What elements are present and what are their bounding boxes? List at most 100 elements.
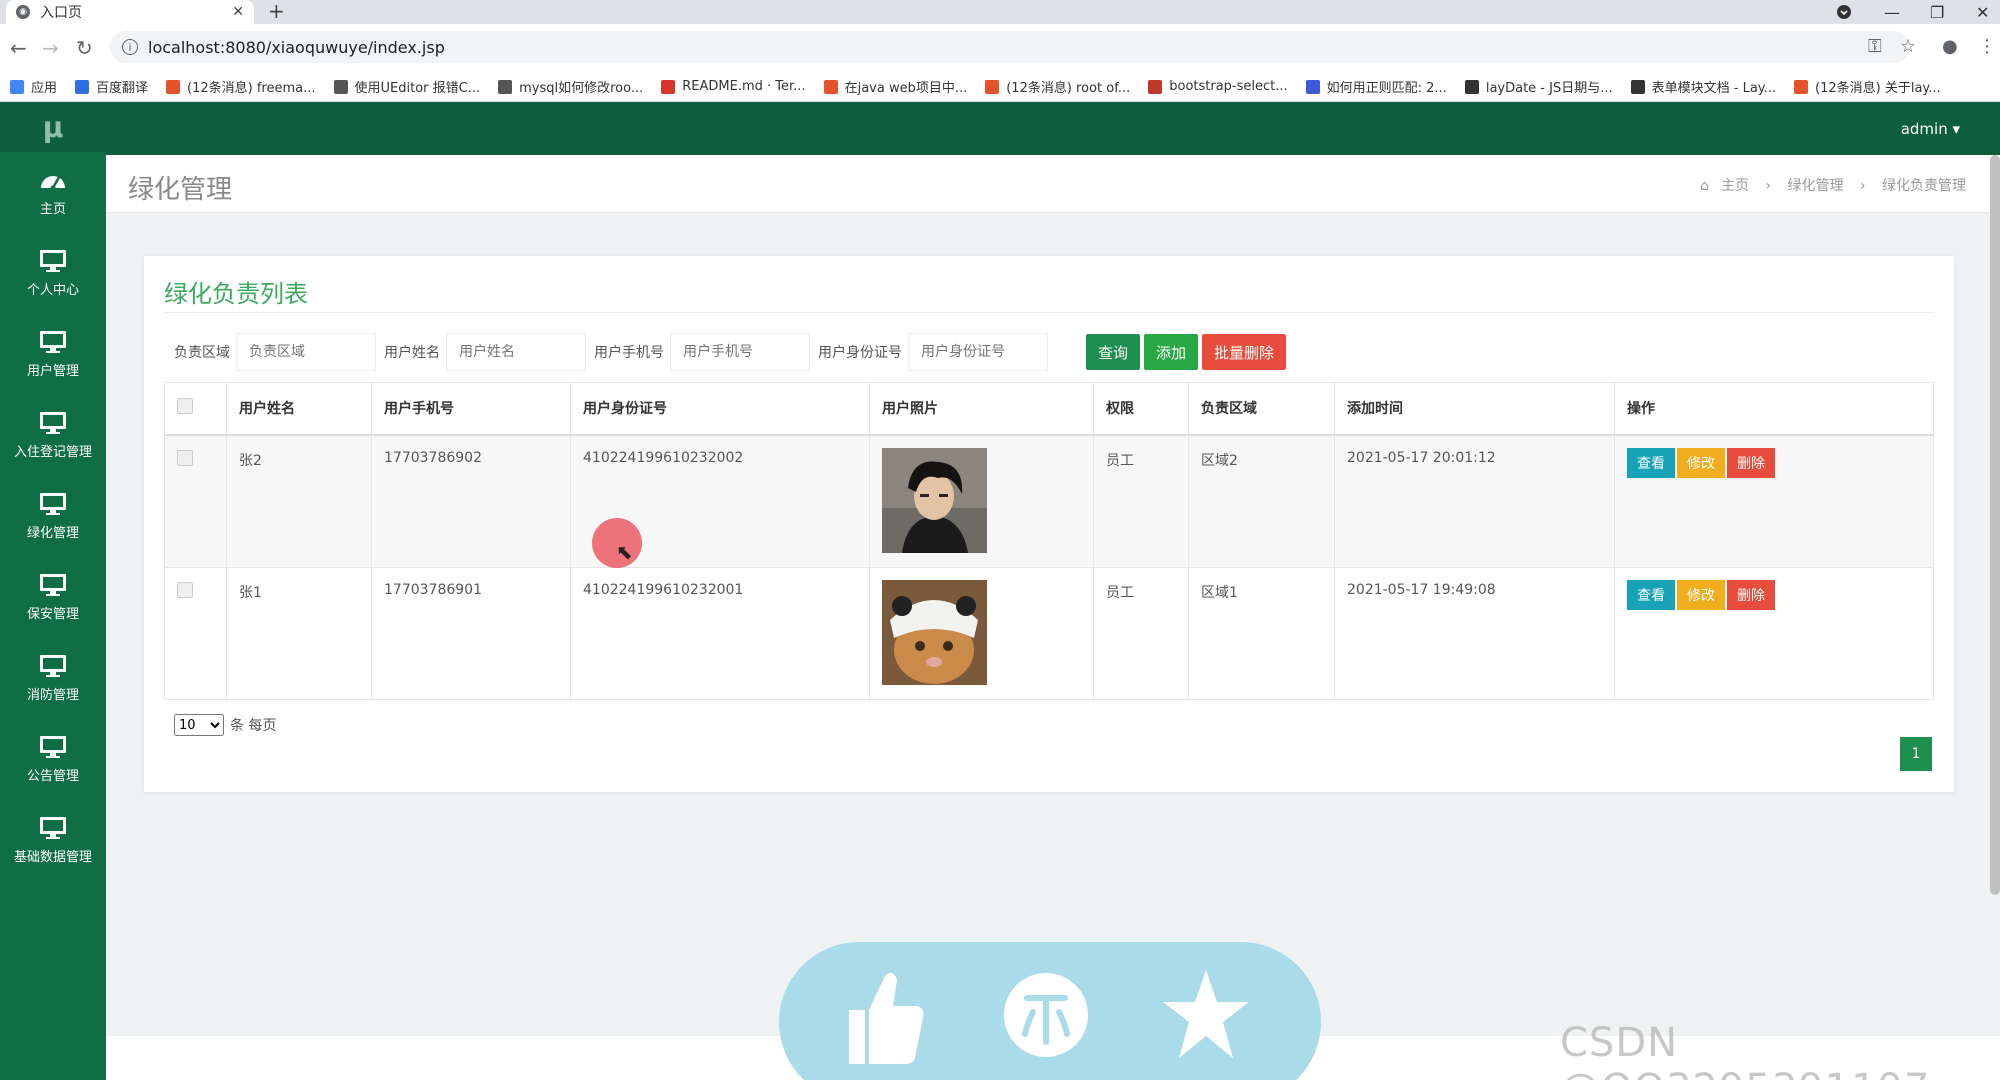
bookmark-item[interactable]: README.md · Ter... [661, 79, 806, 94]
query-button[interactable]: 查询 [1086, 334, 1141, 370]
bookmark-favicon-icon [1464, 79, 1479, 94]
sidebar-item-label: 用户管理 [26, 364, 79, 379]
add-button[interactable]: 添加 [1144, 334, 1199, 370]
cell-time: 2021-05-17 19:49:08 [1334, 566, 1615, 700]
page-size-suffix: 条 每页 [230, 718, 277, 734]
area-label: 负责区域 [174, 345, 230, 361]
breadcrumb-section[interactable]: 绿化管理 [1787, 178, 1843, 194]
bookmark-item[interactable]: (12条消息) 关于lay... [1794, 77, 1941, 96]
account-icon[interactable]: ● [1942, 36, 1958, 57]
page-size-select[interactable]: 10 [174, 714, 224, 736]
favorite-star-icon[interactable] [1163, 962, 1249, 1068]
bookmark-item[interactable]: 在java web项目中... [823, 77, 967, 96]
cell-photo [869, 434, 1094, 568]
sidebar-item[interactable]: 个人中心 [0, 233, 106, 314]
area-input[interactable] [236, 333, 376, 371]
bookmark-item[interactable]: 表单模块文档 - Lay... [1630, 77, 1776, 96]
bookmark-item[interactable]: 百度翻译 [75, 77, 148, 96]
user-menu[interactable]: admin ▾ [1901, 120, 1960, 138]
close-icon[interactable]: ✕ [232, 4, 244, 20]
phone-label: 用户手机号 [594, 345, 664, 361]
col-role[interactable]: 权限 [1093, 382, 1189, 436]
bookmark-favicon-icon [1148, 79, 1163, 94]
bookmark-item[interactable]: mysql如何修改roo... [498, 77, 643, 96]
select-all-checkbox[interactable] [177, 398, 193, 415]
sidebar-item[interactable]: 保安管理 [0, 557, 106, 638]
cell-phone: 17703786902 [371, 434, 571, 568]
globe-icon: ◉ [16, 5, 30, 19]
reload-icon[interactable]: ↻ [76, 36, 93, 60]
bookmark-label: mysql如何修改roo... [519, 81, 644, 96]
bookmark-label: layDate - JS日期与... [1485, 81, 1613, 96]
profile-menu-icon[interactable] [1836, 0, 1852, 24]
cell-role: 员工 [1093, 566, 1189, 700]
sidebar-item[interactable]: 绿化管理 [0, 476, 106, 557]
cursor-icon: ⬉ [616, 540, 633, 564]
row-checkbox[interactable] [177, 581, 193, 598]
bookmark-item[interactable]: (12条消息) freema... [166, 77, 316, 96]
phone-input[interactable] [670, 333, 810, 371]
bookmark-item[interactable]: bootstrap-select... [1148, 79, 1288, 94]
sidebar-item-label: 保安管理 [26, 607, 79, 622]
url-bar[interactable]: i localhost:8080/xiaoquwuye/index.jsp [110, 31, 1910, 63]
key-icon[interactable]: ⚿ [1868, 36, 1882, 57]
restore-icon[interactable]: ❐ [1930, 0, 1944, 24]
bookmark-favicon-icon [498, 79, 513, 94]
coin-icon[interactable] [1003, 962, 1089, 1068]
sidebar-item[interactable]: 主页 [0, 152, 106, 233]
edit-button[interactable]: 修改 [1677, 579, 1725, 610]
bookmark-item[interactable]: 使用UEditor 报错C... [333, 77, 481, 96]
browser-tabbar: ◉ 入口页 ✕ + — ❐ ✕ [0, 0, 2000, 24]
bookmark-item[interactable]: (12条消息) root of... [985, 77, 1130, 96]
bookmark-item[interactable]: 应用 [10, 77, 57, 96]
bookmark-label: 使用UEditor 报错C... [354, 81, 481, 96]
bookmark-item[interactable]: 如何用正则匹配: 2... [1305, 77, 1447, 96]
cell-actions: 查看 修改 删除 [1614, 434, 1934, 568]
new-tab-icon[interactable]: + [268, 0, 285, 22]
site-info-icon[interactable]: i [122, 39, 138, 55]
col-idno[interactable]: 用户身份证号 [570, 382, 870, 436]
bookmark-favicon-icon [166, 79, 181, 94]
id-input[interactable] [908, 333, 1048, 371]
delete-button[interactable]: 删除 [1727, 447, 1775, 478]
watermark: CSDN @QQ3295391197 [1560, 1020, 1929, 1080]
page-scrollbar[interactable] [1990, 155, 2000, 895]
row-select-cell [164, 566, 227, 700]
sidebar-item[interactable]: 用户管理 [0, 314, 106, 395]
minimize-icon[interactable]: — [1884, 0, 1900, 24]
more-menu-icon[interactable]: ⋮ [1978, 36, 1996, 57]
delete-button[interactable]: 删除 [1727, 579, 1775, 610]
bookmark-label: 应用 [31, 81, 58, 96]
sidebar-item-label: 主页 [39, 202, 66, 217]
sidebar-item[interactable]: 公告管理 [0, 719, 106, 800]
bookmark-favicon-icon [75, 79, 90, 94]
sidebar-item[interactable]: 消防管理 [0, 638, 106, 719]
col-phone[interactable]: 用户手机号 [371, 382, 571, 436]
sidebar-item[interactable]: 基础数据管理 [0, 800, 106, 881]
page-header: 绿化管理 ⌂ 主页 › 绿化管理 › 绿化负责管理 [106, 155, 2000, 213]
breadcrumb-home[interactable]: 主页 [1721, 178, 1749, 194]
edit-button[interactable]: 修改 [1677, 447, 1725, 478]
cell-role: 员工 [1093, 434, 1189, 568]
back-icon[interactable]: ← [10, 36, 27, 60]
forward-icon[interactable]: → [42, 36, 59, 60]
star-icon[interactable]: ☆ [1900, 36, 1916, 57]
window-close-icon[interactable]: ✕ [1976, 0, 1989, 24]
col-area[interactable]: 负责区域 [1188, 382, 1335, 436]
name-input[interactable] [446, 333, 586, 371]
sidebar-item[interactable]: 入住登记管理 [0, 395, 106, 476]
row-checkbox[interactable] [177, 449, 193, 466]
view-button[interactable]: 查看 [1627, 447, 1675, 478]
cell-phone: 17703786901 [371, 566, 571, 700]
top-navbar: admin ▾ [106, 102, 2000, 155]
pagination-page-1[interactable]: 1 [1900, 737, 1932, 771]
thumbs-up-icon[interactable] [839, 962, 925, 1068]
col-name[interactable]: 用户姓名 [226, 382, 372, 436]
col-time[interactable]: 添加时间 [1334, 382, 1615, 436]
view-button[interactable]: 查看 [1627, 579, 1675, 610]
bookmark-label: (12条消息) root of... [1006, 81, 1131, 96]
browser-tab[interactable]: ◉ 入口页 ✕ [6, 0, 254, 24]
bookmark-item[interactable]: layDate - JS日期与... [1464, 77, 1613, 96]
batch-delete-button[interactable]: 批量删除 [1202, 334, 1287, 370]
apps-grid-icon [10, 79, 24, 94]
